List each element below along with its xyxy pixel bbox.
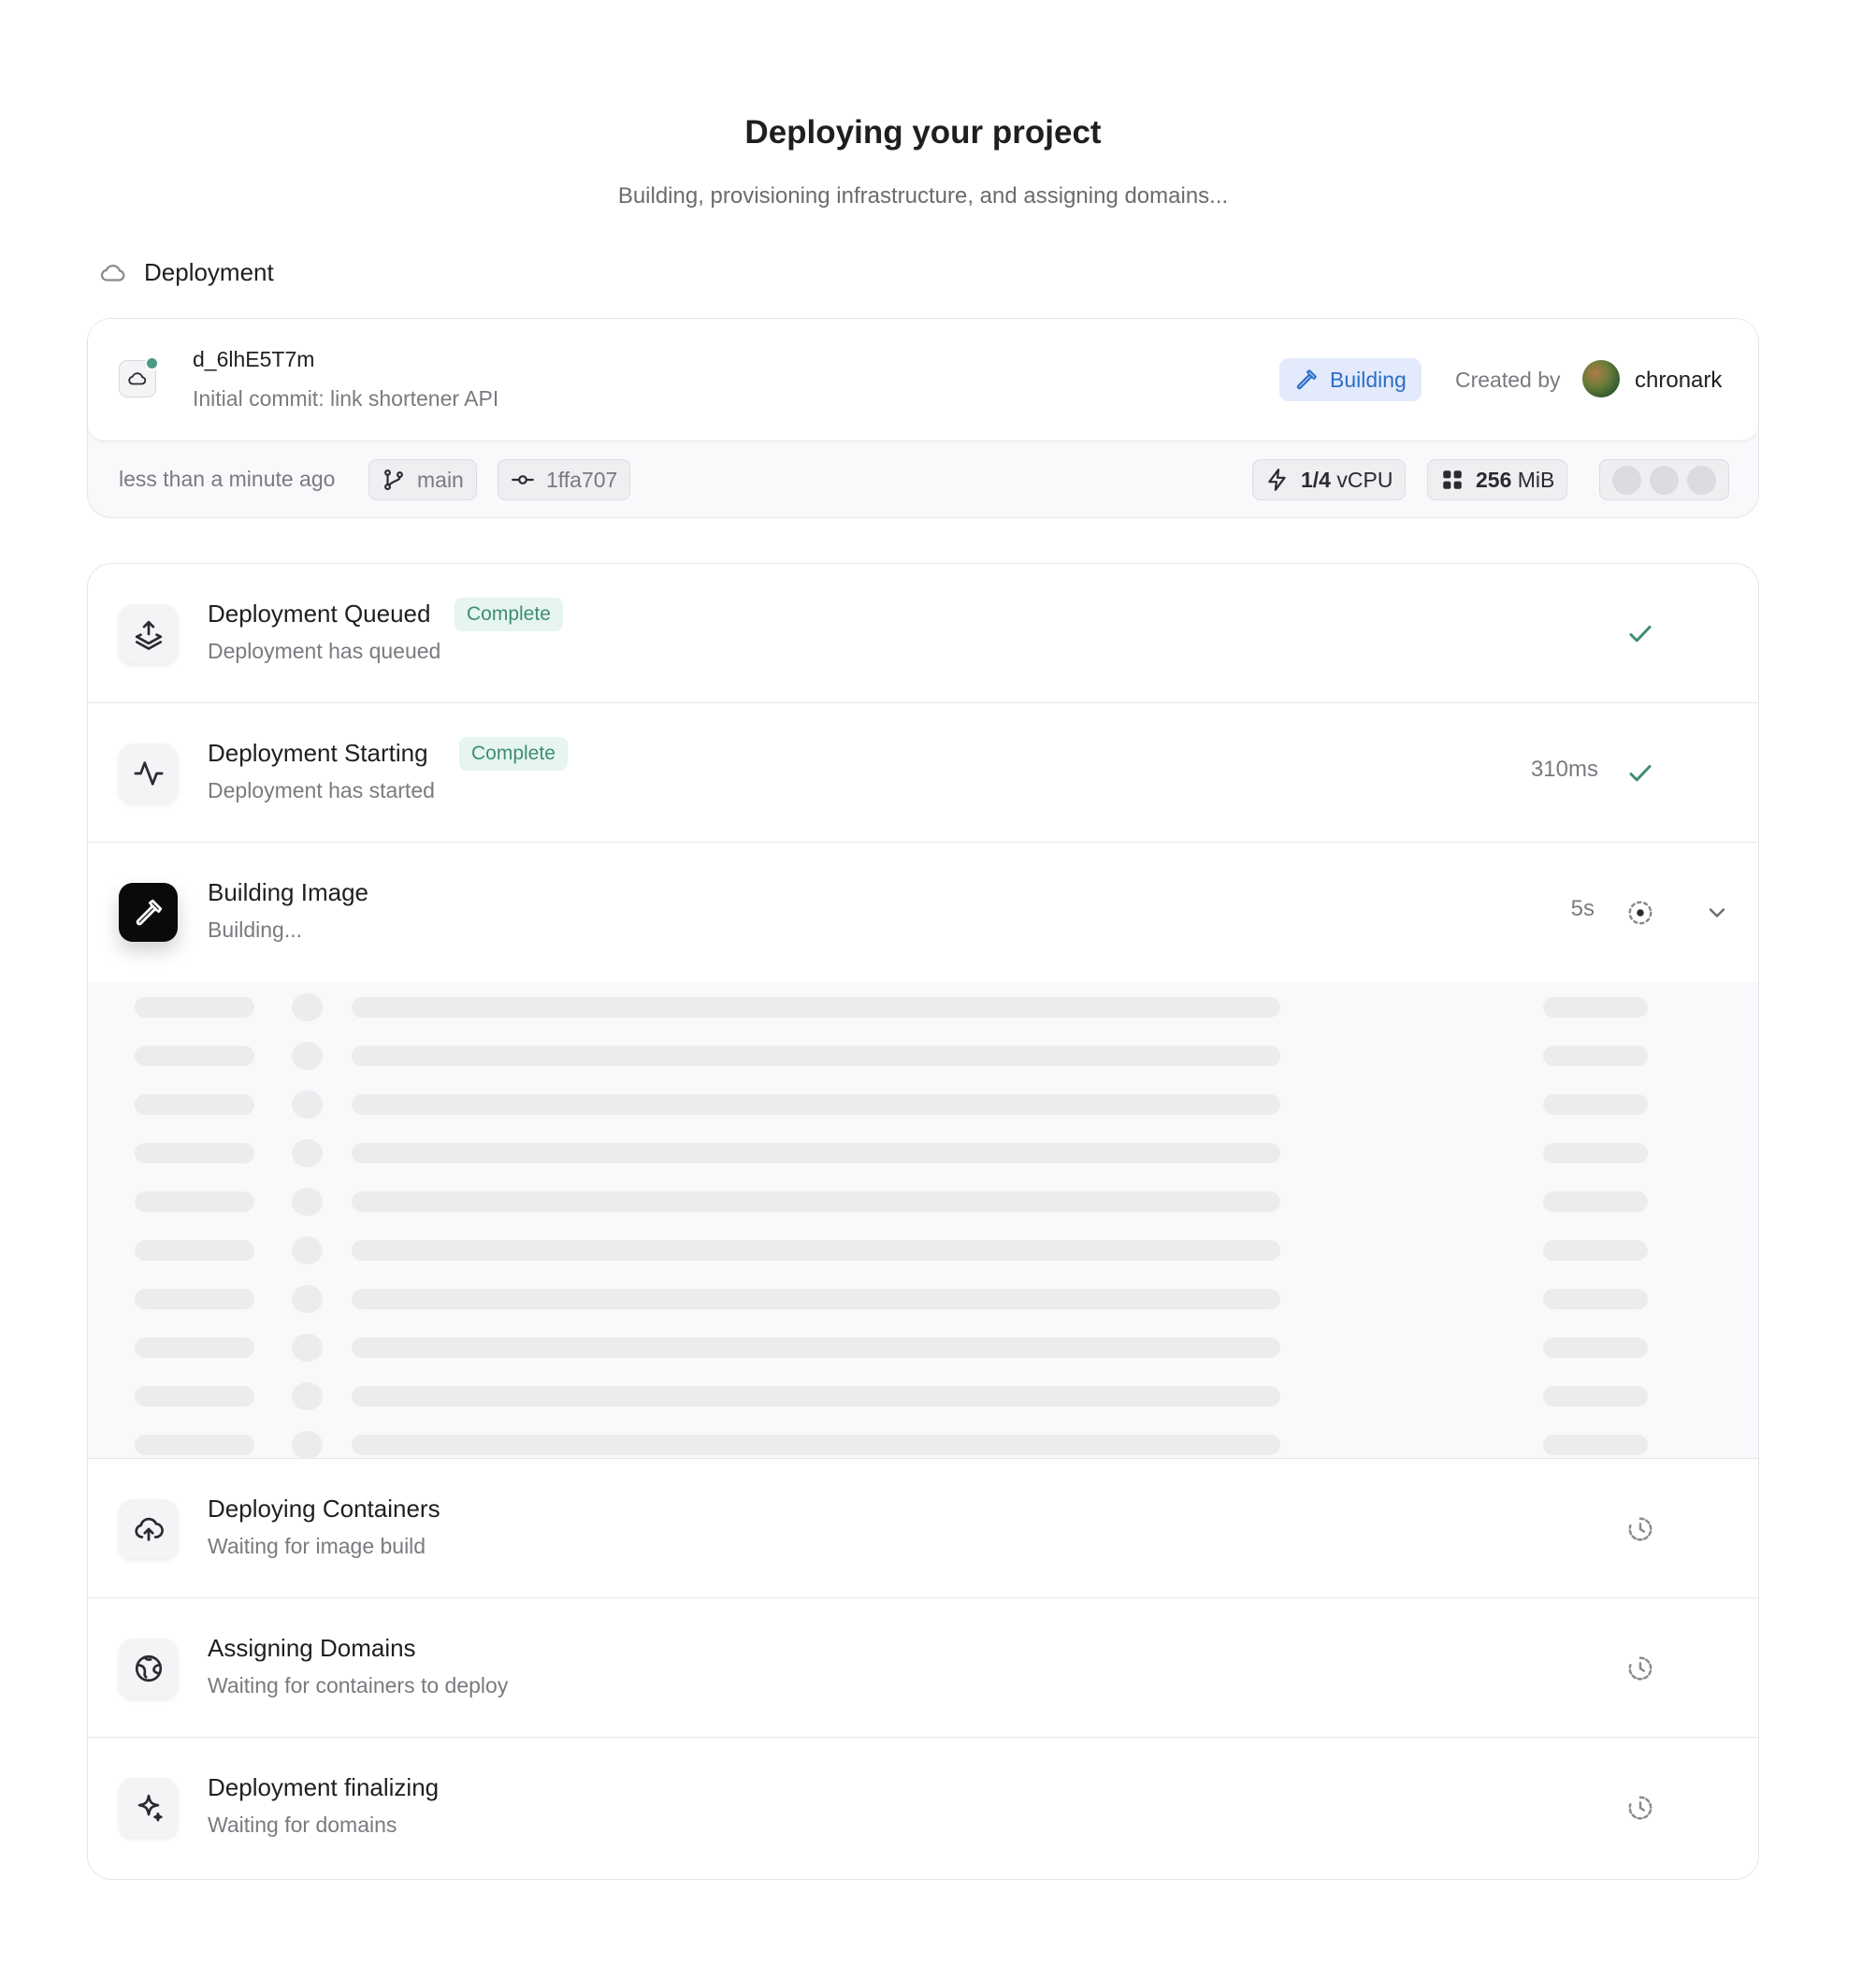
time-ago: less than a minute ago [119,467,336,491]
log-row-skeleton [88,1431,1758,1459]
section-label: Deployment [144,258,274,286]
deployment-card-header: d_6lhE5T7m Initial commit: link shortene… [88,319,1758,441]
build-logs-panel [88,982,1758,1459]
complete-badge: Complete [455,598,563,631]
region-placeholder-chip [1599,459,1729,500]
step-deploying-containers: Deploying Containers Waiting for image b… [88,1459,1758,1598]
complete-badge: Complete [459,737,568,771]
memory-value: 256 [1476,467,1512,492]
cpu-unit: vCPU [1336,467,1393,492]
step-deployment-queued: Deployment Queued Complete Deployment ha… [88,564,1758,703]
commit-hash: 1ffa707 [546,467,618,492]
deployment-steps: Deployment Queued Complete Deployment ha… [87,563,1759,1880]
pending-clock-icon [1628,1517,1652,1541]
step-title: Assigning Domains [208,1634,416,1662]
spinner-icon [1628,901,1652,925]
step-title: Building Image [208,878,368,906]
step-building-image[interactable]: Building Image Building... 5s [88,843,1758,982]
sparkle-icon [119,1778,178,1837]
loading-dot [1687,465,1716,495]
step-deployment-finalizing: Deployment finalizing Waiting for domain… [88,1738,1758,1877]
cloud-icon [100,264,125,282]
loading-dot [1650,465,1679,495]
pending-clock-icon [1628,1656,1652,1681]
step-title: Deploying Containers [208,1495,440,1523]
log-row-skeleton [88,1382,1758,1410]
chevron-down-icon[interactable] [1704,900,1730,926]
deployment-id[interactable]: d_6lhE5T7m [193,347,314,372]
commit-chip[interactable]: 1ffa707 [498,459,631,500]
section-header: Deployment [99,258,274,287]
hammer-icon [1296,369,1317,390]
step-subtitle: Deployment has queued [208,639,441,663]
avatar[interactable] [1582,360,1620,397]
cloud-upload-icon [119,1499,178,1558]
log-row-skeleton [88,1091,1758,1119]
page-subtitle: Building, provisioning infrastructure, a… [617,183,1229,209]
globe-icon [119,1639,178,1697]
activity-pulse-icon [119,744,178,802]
commit-message: Initial commit: link shortener API [193,386,499,411]
step-title: Deployment Queued [208,599,431,628]
step-subtitle: Waiting for image build [208,1534,426,1558]
step-subtitle: Waiting for domains [208,1813,397,1837]
step-deployment-starting: Deployment Starting Complete Deployment … [88,703,1758,843]
git-commit-icon [512,475,534,484]
step-duration: 5s [1570,896,1595,921]
step-title: Deployment Starting [208,739,428,767]
git-branch-icon [384,469,403,491]
step-subtitle: Deployment has started [208,778,435,802]
log-row-skeleton [88,1188,1758,1216]
log-row-skeleton [88,1139,1758,1167]
hammer-icon [119,883,178,942]
live-status-dot [145,356,159,370]
pending-clock-icon [1628,1796,1652,1820]
step-title: Deployment finalizing [208,1773,440,1801]
lightning-icon [1268,469,1286,491]
step-subtitle: Waiting for containers to deploy [208,1673,509,1697]
branch-chip[interactable]: main [368,459,477,500]
cpu-chip: 1/4 vCPU [1252,459,1407,500]
memory-unit: MiB [1517,467,1555,492]
branch-name: main [417,467,464,492]
cpu-value: 1/4 [1301,467,1331,492]
check-icon [1629,765,1652,782]
created-by-label: Created by [1455,368,1561,392]
memory-chip: 256 MiB [1427,459,1568,500]
step-assigning-domains: Assigning Domains Waiting for containers… [88,1598,1758,1738]
grid-icon [1443,470,1462,489]
step-duration: 310ms [1530,757,1598,782]
check-icon [1629,626,1652,643]
log-row-skeleton [88,993,1758,1021]
loading-dot [1612,465,1641,495]
step-subtitle: Building... [208,917,303,942]
queue-upload-icon [119,604,178,663]
log-row-skeleton [88,1334,1758,1362]
deployment-card[interactable]: d_6lhE5T7m Initial commit: link shortene… [87,318,1759,518]
log-row-skeleton [88,1236,1758,1264]
log-row-skeleton [88,1285,1758,1313]
log-row-skeleton [88,1042,1758,1070]
page-title: Deploying your project [744,114,1102,151]
deployment-card-meta: less than a minute ago main 1ffa707 1/4 … [88,441,1758,519]
status-badge: Building [1279,358,1421,401]
status-label: Building [1330,367,1407,392]
creator-name[interactable]: chronark [1635,368,1722,394]
